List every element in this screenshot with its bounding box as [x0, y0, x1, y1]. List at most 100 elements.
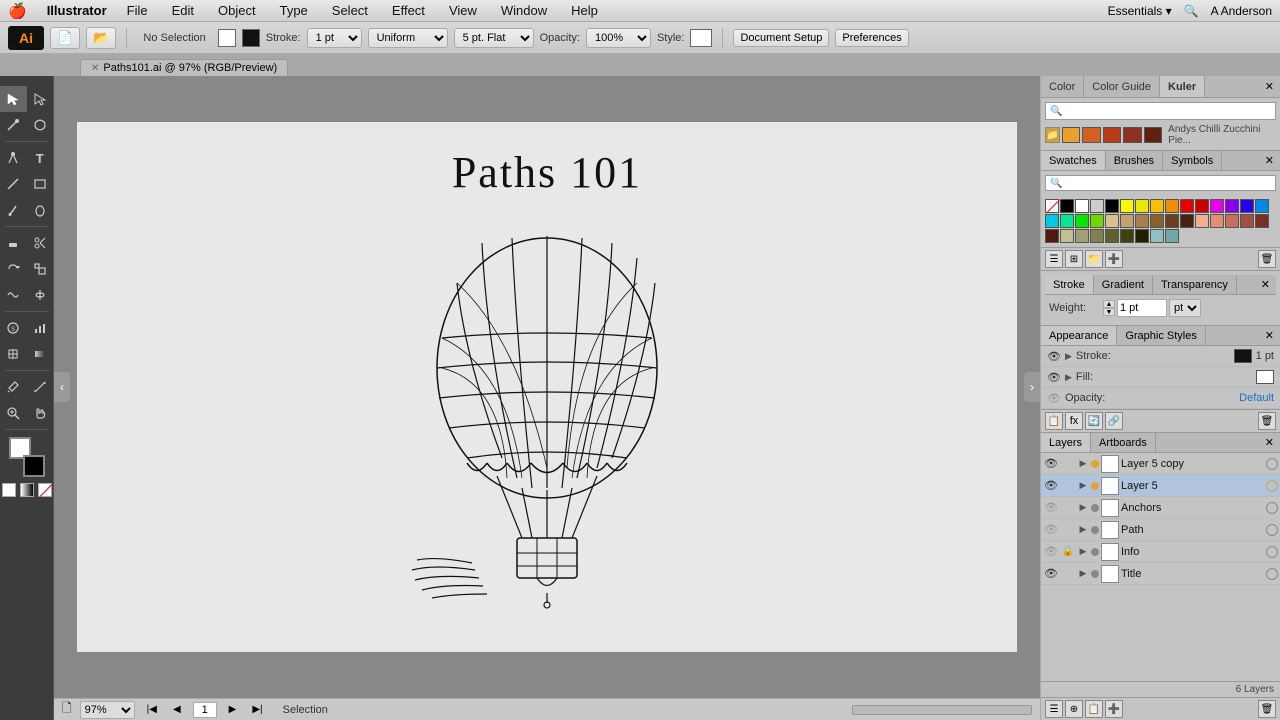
kuler-swatch-5[interactable]	[1144, 127, 1162, 143]
path-lock[interactable]	[1061, 523, 1075, 537]
info-vis[interactable]: 👁	[1043, 544, 1059, 560]
lasso-tool[interactable]	[27, 112, 54, 138]
appearance-panel-close[interactable]: ✕	[1259, 326, 1280, 345]
fill-color[interactable]	[218, 29, 236, 47]
layer-5-copy-expand[interactable]: ▶	[1077, 458, 1089, 470]
open-btn[interactable]: 📂	[86, 27, 116, 49]
selection-tool[interactable]	[0, 86, 27, 112]
swatch-20pct[interactable]	[1090, 199, 1104, 213]
layers-panel-close[interactable]: ✕	[1259, 433, 1280, 452]
layer-5-lock[interactable]	[1061, 479, 1075, 493]
scroll-right-btn[interactable]: ›	[1024, 372, 1040, 402]
layers-menu-btn[interactable]: ☰	[1045, 700, 1063, 718]
menu-object[interactable]: Object	[214, 3, 260, 18]
title-target[interactable]	[1266, 568, 1278, 580]
swatch-t7[interactable]	[1195, 214, 1209, 228]
essentials-dropdown[interactable]: Essentials ▾	[1108, 4, 1172, 18]
hand-tool[interactable]	[27, 400, 54, 426]
layer-row-info[interactable]: 👁 🔒 ▶ Info	[1041, 541, 1280, 563]
none-btn[interactable]	[38, 483, 52, 497]
swatch-r1[interactable]	[1180, 199, 1194, 213]
weight-unit-select[interactable]: pt	[1169, 299, 1201, 317]
swatch-menu-btn[interactable]: ☰	[1045, 250, 1063, 268]
swatch-delete-btn[interactable]: 🗑	[1258, 250, 1276, 268]
swatch-b1[interactable]	[1240, 199, 1254, 213]
swatches-search-input[interactable]	[1050, 178, 1271, 189]
swatch-m1[interactable]	[1210, 199, 1224, 213]
swatch-t11[interactable]	[1255, 214, 1269, 228]
swatch-t2[interactable]	[1120, 214, 1134, 228]
tab-transparency[interactable]: Transparency	[1153, 275, 1237, 294]
swatch-new-btn[interactable]: ➕	[1105, 250, 1123, 268]
path-target[interactable]	[1266, 524, 1278, 536]
swatch-c1[interactable]	[1045, 214, 1059, 228]
scale-tool[interactable]	[27, 256, 54, 282]
anchors-lock[interactable]	[1061, 501, 1075, 515]
stroke-weight-select[interactable]: 1 pt	[307, 28, 362, 48]
magic-wand-tool[interactable]	[0, 112, 27, 138]
doc-setup-btn[interactable]: Document Setup	[733, 29, 829, 47]
kuler-swatch-1[interactable]	[1062, 127, 1080, 143]
measure-tool[interactable]	[27, 374, 54, 400]
gradient-tool[interactable]	[27, 341, 54, 367]
scissors-tool[interactable]	[27, 230, 54, 256]
swatch-none[interactable]	[1045, 199, 1059, 213]
swatch-t16[interactable]	[1105, 229, 1119, 243]
swatch-t3[interactable]	[1135, 214, 1149, 228]
nav-prev-btn[interactable]: |◀	[143, 703, 161, 716]
app-layer-icon[interactable]: 📋	[1045, 412, 1063, 430]
new-doc-btn[interactable]: 📄	[50, 27, 80, 49]
stroke-flat-select[interactable]: 5 pt. Flat	[454, 28, 534, 48]
scroll-left-btn[interactable]: ‹	[54, 372, 70, 402]
swatch-o2[interactable]	[1165, 199, 1179, 213]
swatch-t14[interactable]	[1075, 229, 1089, 243]
weight-up-btn[interactable]: ▲	[1103, 300, 1115, 308]
tab-brushes[interactable]: Brushes	[1106, 151, 1163, 170]
info-expand[interactable]: ▶	[1077, 546, 1089, 558]
color-panel-close[interactable]: ✕	[1259, 76, 1280, 97]
weight-input[interactable]	[1117, 299, 1167, 317]
paintbrush-tool[interactable]	[0, 197, 27, 223]
swatch-t15[interactable]	[1090, 229, 1104, 243]
tab-artboards[interactable]: Artboards	[1091, 433, 1156, 452]
swatch-white[interactable]	[1075, 199, 1089, 213]
swatch-t10[interactable]	[1240, 214, 1254, 228]
layer-row-title[interactable]: 👁 ▶ Title	[1041, 563, 1280, 585]
swatch-y2[interactable]	[1135, 199, 1149, 213]
layer-row-5-copy[interactable]: 👁 ▶ Layer 5 copy	[1041, 453, 1280, 475]
layer-row-anchors[interactable]: 👁 ▶ Anchors	[1041, 497, 1280, 519]
graph-tool[interactable]	[27, 315, 54, 341]
nav-last-btn[interactable]: ▶|	[248, 703, 266, 716]
tab-color-guide[interactable]: Color Guide	[1084, 76, 1160, 97]
layers-new-btn[interactable]: ➕	[1105, 700, 1123, 718]
menu-select[interactable]: Select	[328, 3, 372, 18]
title-expand[interactable]: ▶	[1077, 568, 1089, 580]
tab-swatches[interactable]: Swatches	[1041, 151, 1106, 170]
fill-vis-eye[interactable]: 👁	[1047, 370, 1061, 384]
layer-5-vis[interactable]: 👁	[1043, 478, 1059, 494]
menu-file[interactable]: File	[123, 3, 152, 18]
app-link-btn[interactable]: 🔗	[1105, 412, 1123, 430]
swatch-t4[interactable]	[1150, 214, 1164, 228]
anchors-expand[interactable]: ▶	[1077, 502, 1089, 514]
preferences-btn[interactable]: Preferences	[835, 29, 908, 47]
layer-5-target[interactable]	[1266, 480, 1278, 492]
weight-down-btn[interactable]: ▼	[1103, 308, 1115, 316]
anchors-target[interactable]	[1266, 502, 1278, 514]
nav-fwd-btn[interactable]: ▶	[225, 703, 241, 716]
zoom-tool[interactable]	[0, 400, 27, 426]
tab-layers[interactable]: Layers	[1041, 433, 1091, 452]
swatch-t19[interactable]	[1150, 229, 1164, 243]
width-tool[interactable]	[27, 282, 54, 308]
swatch-t9[interactable]	[1225, 214, 1239, 228]
layer-5-expand[interactable]: ▶	[1077, 480, 1089, 492]
warp-tool[interactable]	[0, 282, 27, 308]
stroke-vis-eye[interactable]: 👁	[1047, 349, 1061, 363]
page-number[interactable]	[193, 702, 217, 718]
gradient-btn[interactable]	[20, 483, 34, 497]
swatch-t12[interactable]	[1045, 229, 1059, 243]
anchors-vis[interactable]: 👁	[1043, 500, 1059, 516]
direct-select-tool[interactable]	[27, 86, 54, 112]
path-expand[interactable]: ▶	[1077, 524, 1089, 536]
kuler-swatch-2[interactable]	[1082, 127, 1100, 143]
